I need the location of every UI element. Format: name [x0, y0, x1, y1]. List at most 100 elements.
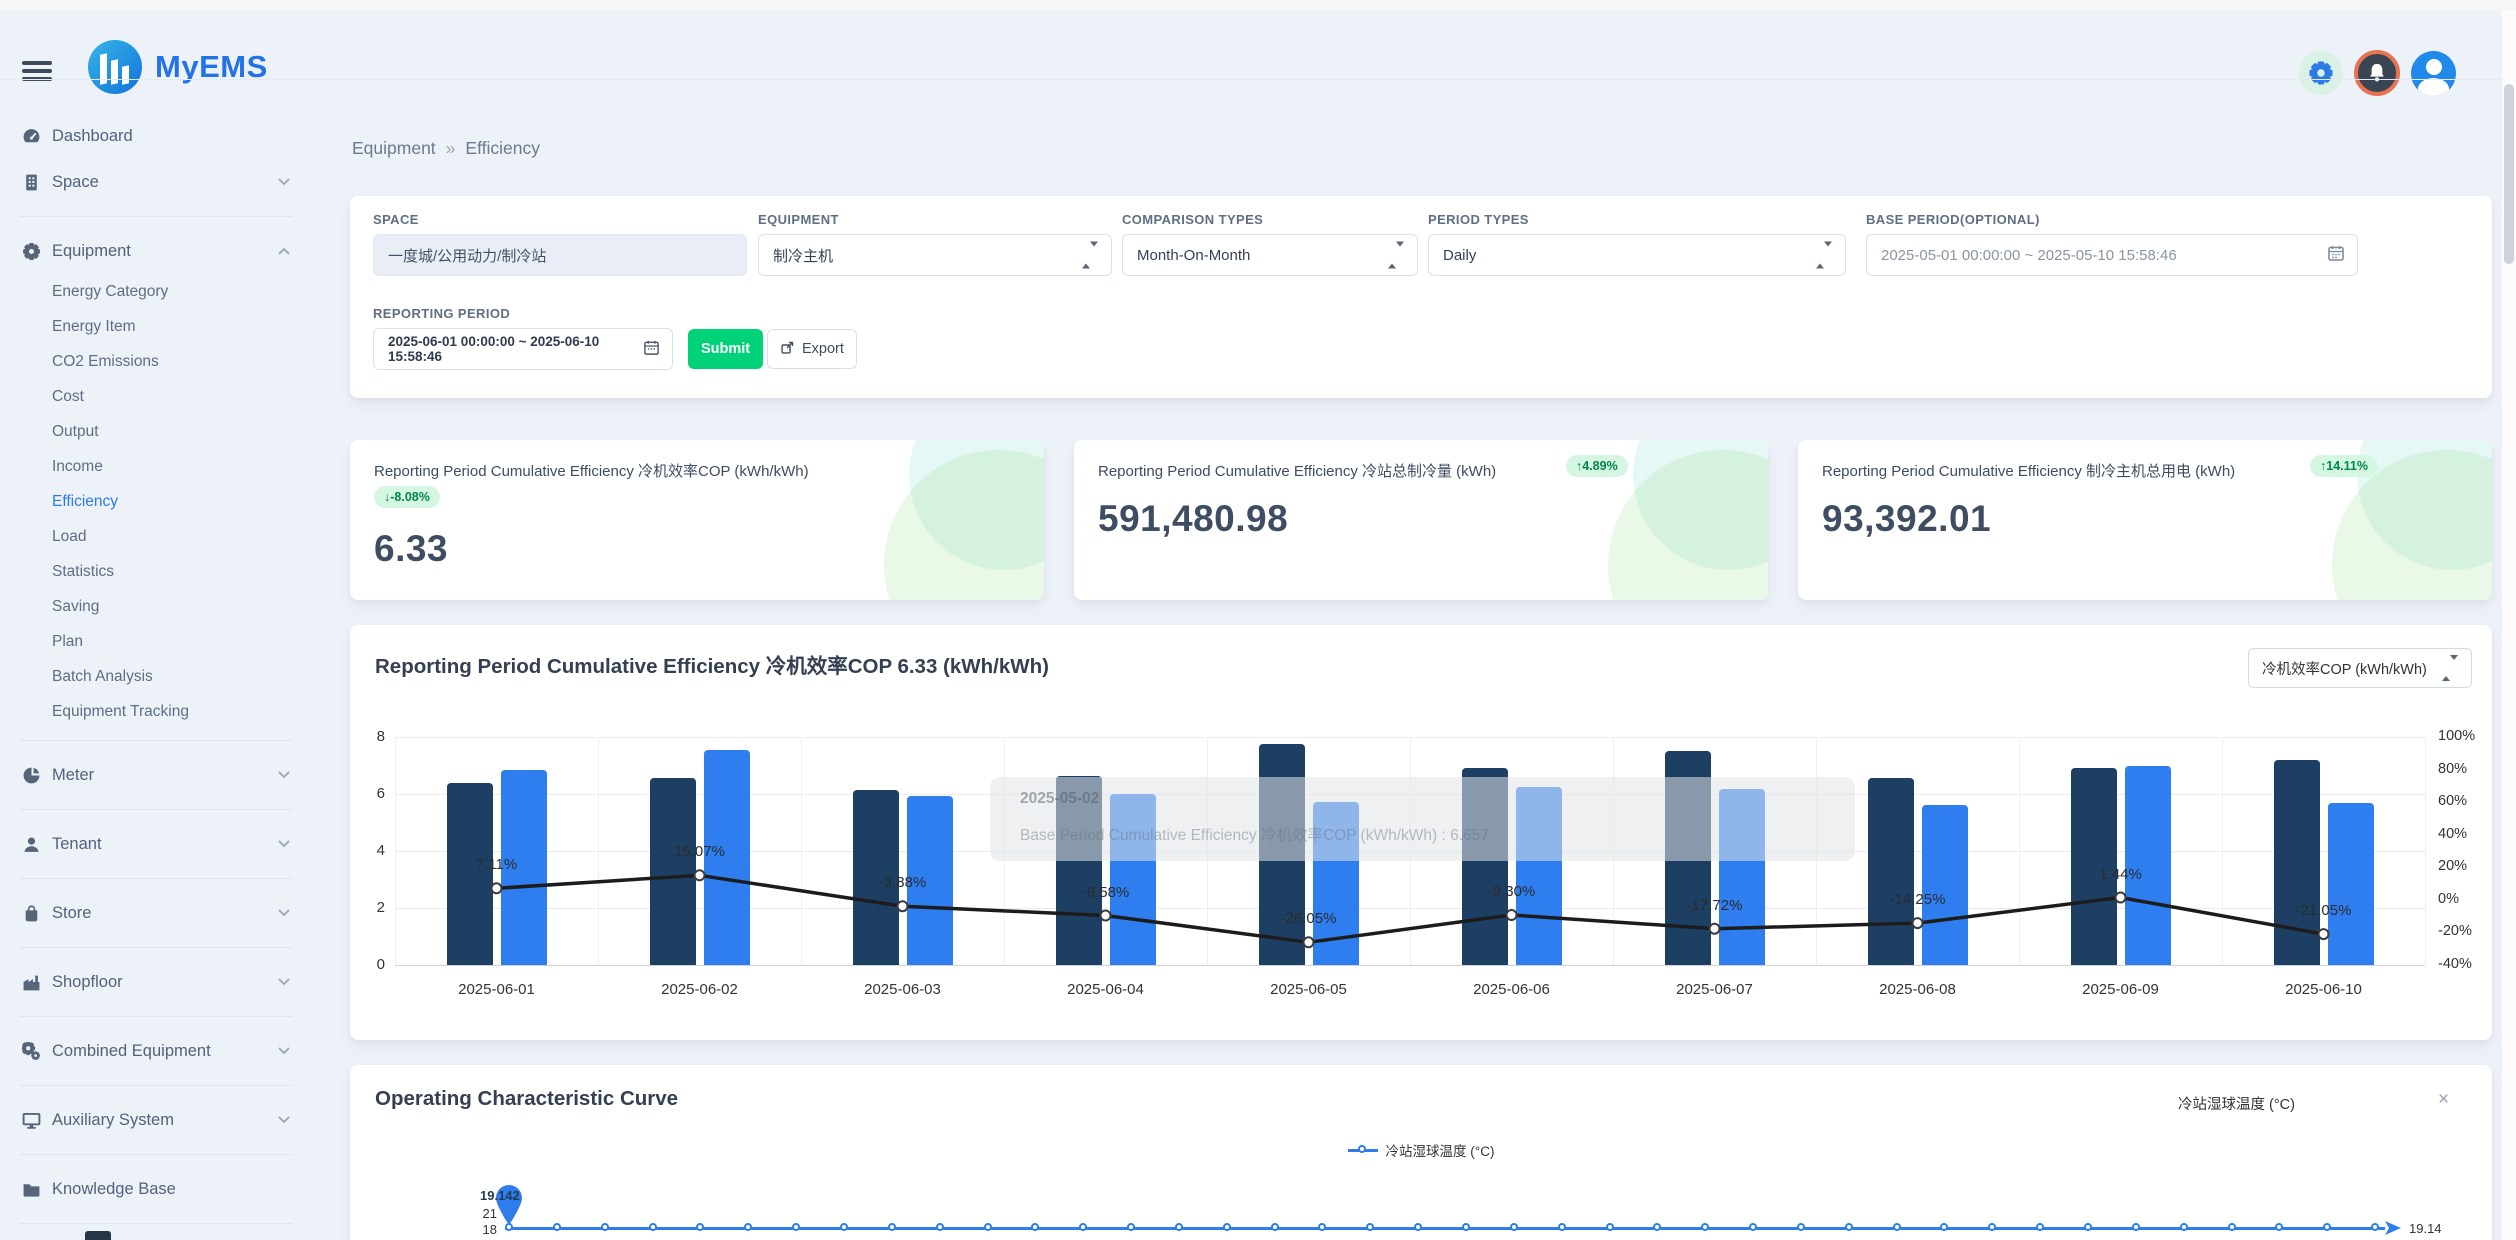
data-point-marker[interactable]	[2132, 1223, 2140, 1231]
data-point-marker[interactable]	[1366, 1223, 1374, 1231]
line-point-marker[interactable]	[898, 901, 908, 911]
line-point-marker[interactable]	[695, 870, 705, 880]
data-point-marker[interactable]	[1988, 1223, 1996, 1231]
building-icon	[22, 173, 41, 192]
space-input[interactable]: 一度城/公用动力/制冷站	[373, 234, 747, 276]
data-point-marker[interactable]	[1510, 1223, 1518, 1231]
sidebar-item-equipment-tracking[interactable]: Equipment Tracking	[0, 694, 313, 729]
data-point-marker[interactable]	[1223, 1223, 1231, 1231]
data-point-marker[interactable]	[936, 1223, 944, 1231]
sidebar-item-label: Batch Analysis	[52, 668, 153, 686]
notifications-bell-icon[interactable]	[2354, 50, 2400, 96]
data-point-marker[interactable]	[1940, 1223, 1948, 1231]
settings-gear-icon[interactable]	[2299, 51, 2343, 95]
sidebar-item-cost[interactable]: Cost	[0, 379, 313, 414]
equipment-select[interactable]: 制冷主机	[758, 234, 1112, 276]
comparison-types-select[interactable]: Month-On-Month	[1122, 234, 1418, 276]
data-point-marker[interactable]	[601, 1223, 609, 1231]
data-point-marker[interactable]	[1079, 1223, 1087, 1231]
data-point-marker[interactable]	[1318, 1223, 1326, 1231]
data-point-marker[interactable]	[792, 1223, 800, 1231]
data-point-marker[interactable]	[840, 1223, 848, 1231]
data-point-marker[interactable]	[1414, 1223, 1422, 1231]
sidebar-divider	[20, 878, 293, 879]
line-point-marker[interactable]	[2116, 893, 2126, 903]
sidebar-item-equipment[interactable]: Equipment	[0, 228, 313, 274]
data-point-marker[interactable]	[2371, 1223, 2379, 1231]
reporting-period-input[interactable]: 2025-06-01 00:00:00 ~ 2025-06-10 15:58:4…	[373, 328, 673, 370]
data-point-marker[interactable]	[1127, 1223, 1135, 1231]
line-point-marker[interactable]	[1710, 924, 1720, 934]
scrollbar-thumb[interactable]	[2504, 84, 2514, 264]
efficiency-chart-card: Reporting Period Cumulative Efficiency 冷…	[350, 625, 2492, 1040]
chart-parameter-select[interactable]: 冷机效率COP (kWh/kWh)	[2248, 648, 2472, 688]
sidebar-item-energy-item[interactable]: Energy Item	[0, 309, 313, 344]
data-point-marker[interactable]	[2180, 1223, 2188, 1231]
card-decoration	[884, 450, 1044, 600]
submit-button[interactable]: Submit	[688, 329, 763, 369]
sidebar-item-knowledge-base[interactable]: Knowledge Base	[0, 1166, 313, 1212]
sidebar-item-output[interactable]: Output	[0, 414, 313, 449]
breadcrumb-section[interactable]: Equipment	[352, 138, 436, 158]
line-point-marker[interactable]	[1101, 911, 1111, 921]
sidebar-item-tenant[interactable]: Tenant	[0, 821, 313, 867]
data-point-marker[interactable]	[1797, 1223, 1805, 1231]
data-point-marker[interactable]	[2228, 1223, 2236, 1231]
data-point-marker[interactable]	[1653, 1223, 1661, 1231]
data-point-marker[interactable]	[2036, 1223, 2044, 1231]
data-point-marker[interactable]	[1893, 1223, 1901, 1231]
sidebar-divider	[20, 1154, 293, 1155]
data-point-marker[interactable]	[1749, 1223, 1757, 1231]
equipment-label: EQUIPMENT	[758, 212, 839, 227]
data-point-marker[interactable]	[2275, 1223, 2283, 1231]
sidebar-item-combined-equipment[interactable]: Combined Equipment	[0, 1028, 313, 1074]
hamburger-menu-icon[interactable]	[22, 61, 52, 81]
sidebar-item-load[interactable]: Load	[0, 519, 313, 554]
sidebar-item-plan[interactable]: Plan	[0, 624, 313, 659]
data-point-marker[interactable]	[1175, 1223, 1183, 1231]
sidebar-item-store[interactable]: Store	[0, 890, 313, 936]
export-button[interactable]: Export	[767, 329, 857, 369]
sidebar-item-co2-emissions[interactable]: CO2 Emissions	[0, 344, 313, 379]
period-types-select[interactable]: Daily	[1428, 234, 1846, 276]
data-point-marker[interactable]	[1271, 1223, 1279, 1231]
data-point-marker[interactable]	[696, 1223, 704, 1231]
sidebar-item-batch-analysis[interactable]: Batch Analysis	[0, 659, 313, 694]
data-point-marker[interactable]	[984, 1223, 992, 1231]
data-point-marker[interactable]	[1606, 1223, 1614, 1231]
line-point-marker[interactable]	[2319, 929, 2329, 939]
line-point-marker[interactable]	[1507, 910, 1517, 920]
x-axis-label: 2025-06-07	[1613, 981, 1816, 998]
sidebar-item-income[interactable]: Income	[0, 449, 313, 484]
export-icon	[780, 340, 795, 359]
data-point-marker[interactable]	[1701, 1223, 1709, 1231]
sidebar-item-meter[interactable]: Meter	[0, 752, 313, 798]
base-period-input[interactable]: 2025-05-01 00:00:00 ~ 2025-05-10 15:58:4…	[1866, 234, 2358, 276]
data-point-marker[interactable]	[1462, 1223, 1470, 1231]
sidebar-item-efficiency[interactable]: Efficiency	[0, 484, 313, 519]
data-point-marker[interactable]	[744, 1223, 752, 1231]
sidebar-item-auxiliary-system[interactable]: Auxiliary System	[0, 1097, 313, 1143]
sidebar-item-statistics[interactable]: Statistics	[0, 554, 313, 589]
sidebar-item-label: Load	[52, 528, 86, 546]
data-point-marker[interactable]	[2084, 1223, 2092, 1231]
sidebar-item-space[interactable]: Space	[0, 159, 313, 205]
data-point-marker[interactable]	[888, 1223, 896, 1231]
data-point-marker[interactable]	[553, 1223, 561, 1231]
sidebar-item-saving[interactable]: Saving	[0, 589, 313, 624]
line-point-marker[interactable]	[1304, 937, 1314, 947]
data-point-marker[interactable]	[1558, 1223, 1566, 1231]
data-point-marker[interactable]	[649, 1223, 657, 1231]
line-point-marker[interactable]	[1913, 918, 1923, 928]
user-avatar[interactable]	[2411, 51, 2456, 96]
data-point-marker[interactable]	[2323, 1223, 2331, 1231]
data-point-marker[interactable]	[1845, 1223, 1853, 1231]
sidebar-item-dashboard[interactable]: Dashboard	[0, 113, 313, 159]
change-rate-label: 15.07%	[645, 843, 755, 860]
sidebar-item-energy-category[interactable]: Energy Category	[0, 274, 313, 309]
sidebar-item-shopfloor[interactable]: Shopfloor	[0, 959, 313, 1005]
data-point-marker[interactable]	[1031, 1223, 1039, 1231]
pie-icon	[22, 766, 41, 785]
change-rate-label: 7.11%	[442, 856, 552, 873]
line-point-marker[interactable]	[492, 883, 502, 893]
